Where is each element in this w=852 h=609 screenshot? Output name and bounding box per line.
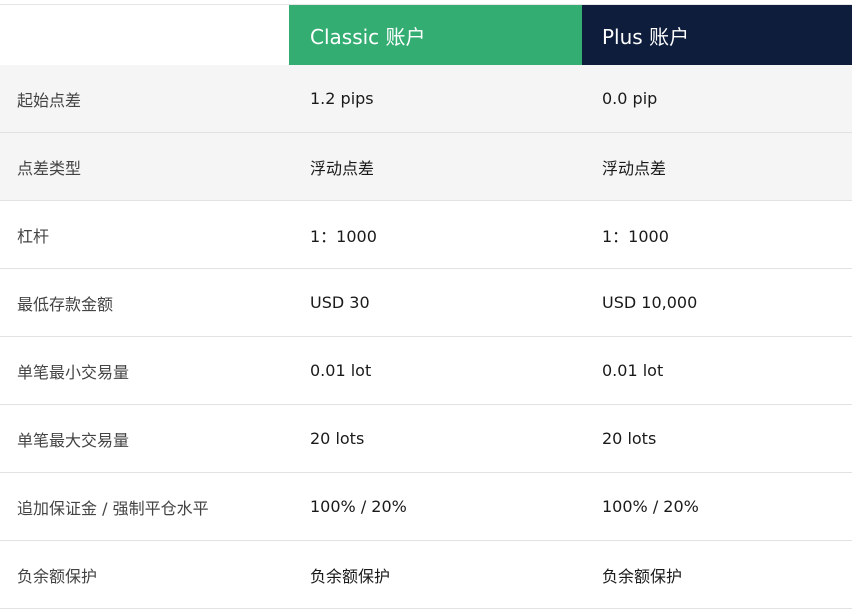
classic-value: 0.01 lot [310, 361, 372, 380]
classic-value: 浮动点差 [310, 158, 375, 178]
table-row: 最低存款金额 USD 30 USD 10,000 [0, 269, 852, 337]
table-row: 单笔最大交易量 20 lots 20 lots [0, 405, 852, 473]
classic-value: 100% / 20% [310, 497, 407, 516]
table-header: Classic 账户 Plus 账户 [0, 5, 852, 65]
row-label: 追加保证金 / 强制平仓水平 [17, 498, 209, 518]
table-row: 起始点差 1.2 pips 0.0 pip [0, 65, 852, 133]
table-row: 单笔最小交易量 0.01 lot 0.01 lot [0, 337, 852, 405]
table-body: 起始点差 1.2 pips 0.0 pip 点差类型 浮动点差 浮动点差 杠杆 … [0, 65, 852, 609]
row-label: 负余额保护 [17, 566, 98, 586]
row-label: 单笔最小交易量 [17, 362, 130, 382]
plus-value: 负余额保护 [602, 566, 683, 586]
row-label: 最低存款金额 [17, 294, 114, 314]
plus-value: 0.0 pip [602, 89, 658, 108]
plus-value: 1：1000 [602, 226, 669, 246]
table-row: 追加保证金 / 强制平仓水平 100% / 20% 100% / 20% [0, 473, 852, 541]
header-classic-label: Classic 账户 [310, 24, 426, 49]
classic-value: 1.2 pips [310, 89, 374, 108]
plus-value: 0.01 lot [602, 361, 664, 380]
row-label: 单笔最大交易量 [17, 430, 130, 450]
account-comparison-table: Classic 账户 Plus 账户 起始点差 1.2 pips 0.0 pip… [0, 0, 852, 609]
classic-value: 20 lots [310, 429, 365, 448]
table-row: 点差类型 浮动点差 浮动点差 [0, 133, 852, 201]
classic-value: USD 30 [310, 293, 370, 312]
row-label: 点差类型 [17, 158, 82, 178]
table-row: 负余额保护 负余额保护 负余额保护 [0, 541, 852, 609]
plus-value: 20 lots [602, 429, 657, 448]
header-empty-cell [0, 5, 289, 65]
header-plus-label: Plus 账户 [602, 24, 690, 49]
classic-value: 1：1000 [310, 226, 377, 246]
row-label: 起始点差 [17, 90, 82, 110]
row-label: 杠杆 [17, 226, 50, 246]
header-plus-account: Plus 账户 [582, 5, 852, 65]
classic-value: 负余额保护 [310, 566, 391, 586]
header-classic-account: Classic 账户 [289, 5, 582, 65]
plus-value: 浮动点差 [602, 158, 667, 178]
plus-value: 100% / 20% [602, 497, 699, 516]
table-row: 杠杆 1：1000 1：1000 [0, 201, 852, 269]
plus-value: USD 10,000 [602, 293, 698, 312]
